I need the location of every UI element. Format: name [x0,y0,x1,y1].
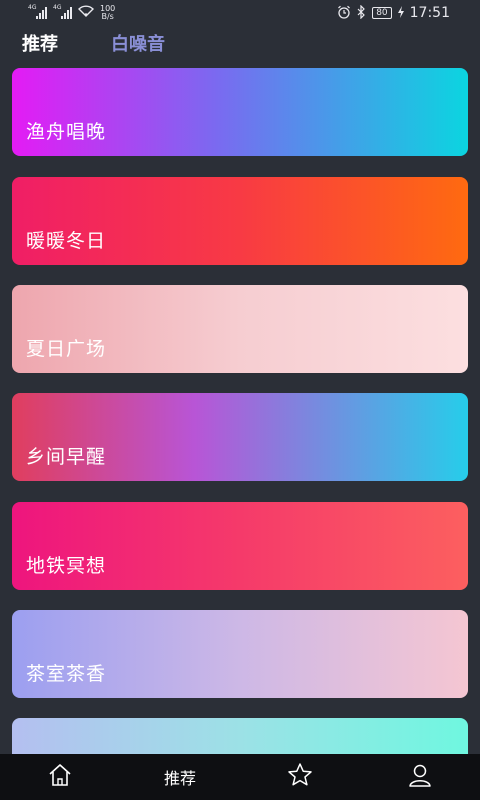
scene-card-3[interactable]: 夏日广场 [12,285,468,373]
scene-card-4[interactable]: 乡间早醒 [12,393,468,481]
scene-card-5[interactable]: 地铁冥想 [12,502,468,590]
scene-card-label: 地铁冥想 [26,555,107,577]
scene-card-7[interactable] [12,718,468,758]
nav-recommend[interactable]: 推荐 [120,754,240,800]
scene-card-label: 夏日广场 [26,338,107,360]
nav-profile[interactable] [360,754,480,800]
scene-card-label: 渔舟唱晚 [26,121,107,143]
nav-home[interactable] [0,754,120,800]
scene-card-1[interactable]: 渔舟唱晚 [12,68,468,156]
scene-card-label: 暖暖冬日 [26,230,107,252]
scene-card-2[interactable]: 暖暖冬日 [12,177,468,265]
nav-recommend-label: 推荐 [163,769,196,788]
bottom-nav: 推荐 [0,754,480,800]
scene-card-label: 乡间早醒 [26,446,107,468]
nav-favorites[interactable] [240,754,360,800]
scene-card-label: 茶室茶香 [26,663,107,685]
card-list: 渔舟唱晚 暖暖冬日 夏日广场 乡间早醒 地铁冥想 茶室茶香 [0,0,480,800]
star-icon [286,761,314,793]
home-icon [46,761,74,793]
scene-card-6[interactable]: 茶室茶香 [12,610,468,698]
user-icon [406,761,434,793]
